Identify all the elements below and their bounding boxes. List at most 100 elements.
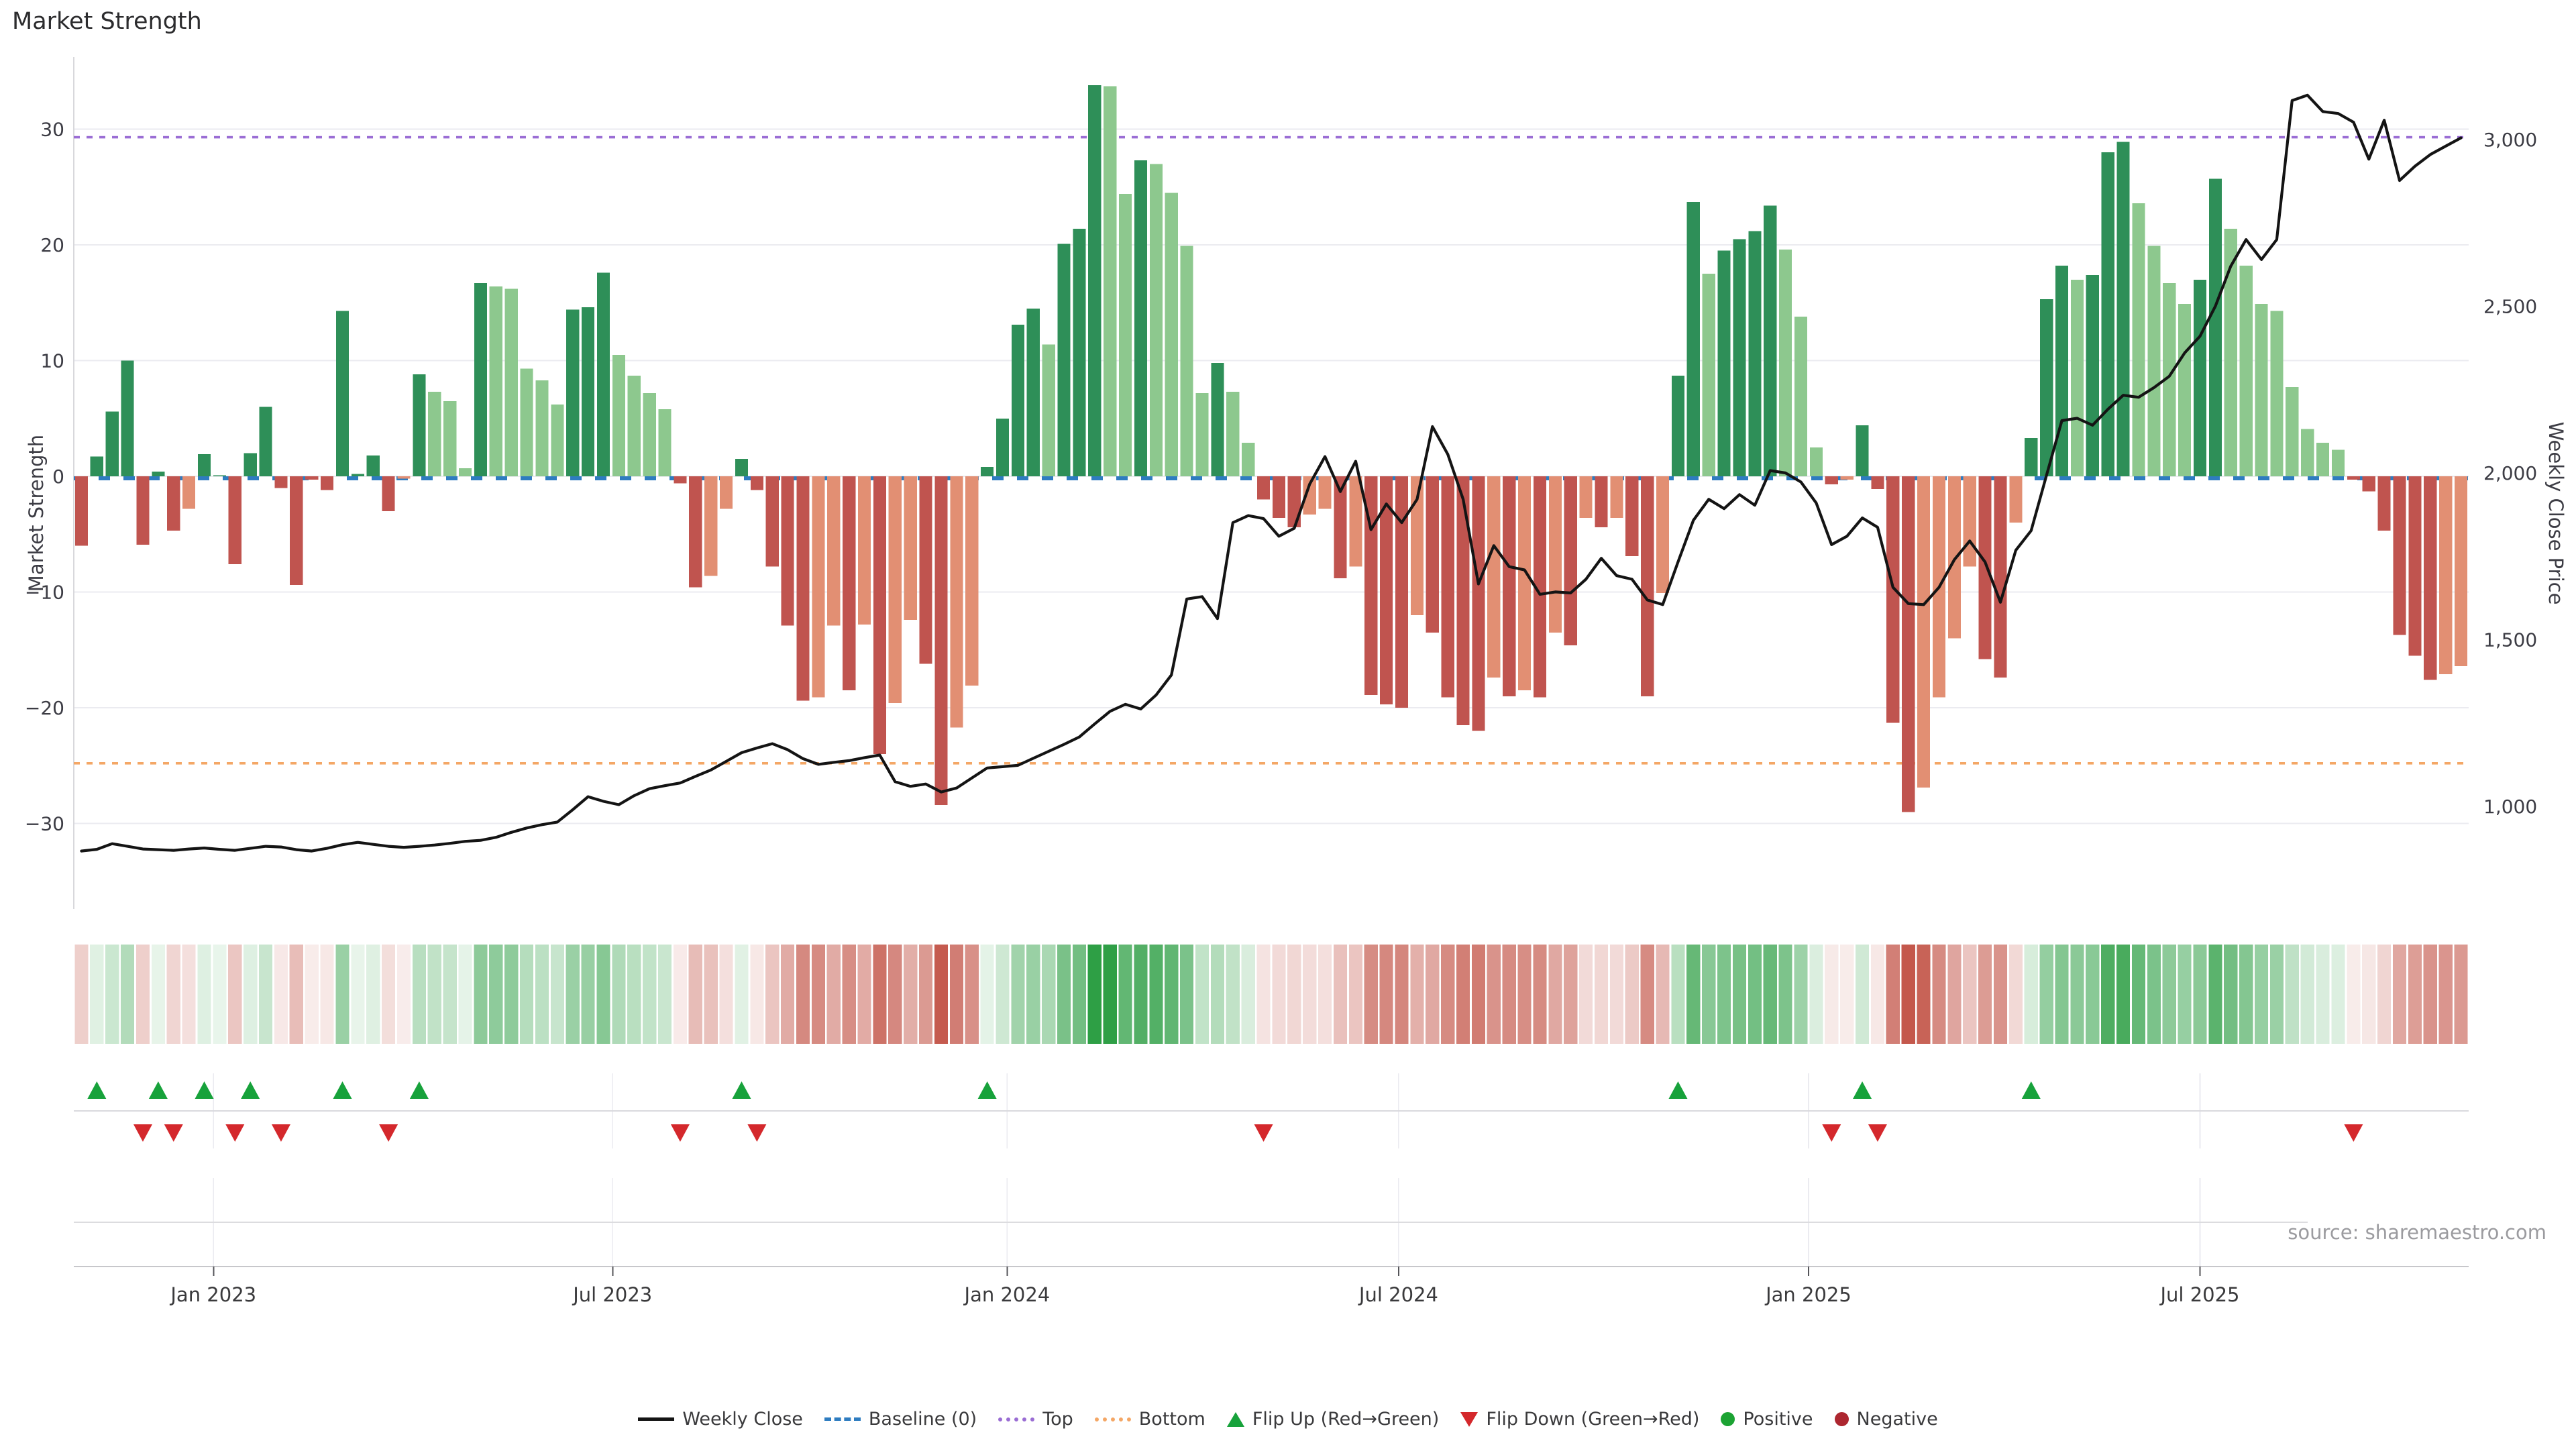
strength-bar bbox=[505, 289, 518, 476]
heatmap-cell bbox=[382, 945, 395, 1044]
heatmap-cell bbox=[2070, 945, 2084, 1044]
heatmap-cell bbox=[2424, 945, 2437, 1044]
heatmap-cell bbox=[1963, 945, 1976, 1044]
strength-bar bbox=[229, 476, 241, 564]
legend-label: Bottom bbox=[1139, 1409, 1205, 1430]
strength-bar bbox=[428, 392, 441, 476]
heatmap-cell bbox=[934, 945, 948, 1044]
x-axis-tick-label: Jul 2023 bbox=[572, 1283, 652, 1306]
strength-bar bbox=[965, 476, 978, 686]
heatmap-cell bbox=[2408, 945, 2422, 1044]
flip-down-marker bbox=[379, 1124, 398, 1142]
strength-bar bbox=[1764, 205, 1776, 476]
strength-bar bbox=[1426, 476, 1439, 633]
legend-item-weekly-close[interactable]: Weekly Close bbox=[638, 1409, 803, 1430]
legend-item-negative[interactable]: Negative bbox=[1835, 1409, 1938, 1430]
strength-bar bbox=[244, 453, 257, 477]
heatmap-cell bbox=[1733, 945, 1746, 1044]
heatmap-cell bbox=[397, 945, 411, 1044]
heatmap-cell bbox=[689, 945, 702, 1044]
strength-bar bbox=[1165, 193, 1178, 476]
strength-bar bbox=[213, 475, 226, 476]
heatmap-cell bbox=[1533, 945, 1546, 1044]
strength-bar bbox=[1856, 425, 1868, 476]
strength-bar bbox=[812, 476, 824, 697]
strength-bar bbox=[1456, 476, 1469, 725]
heatmap-cell bbox=[1272, 945, 1285, 1044]
legend-item-bottom[interactable]: Bottom bbox=[1095, 1409, 1205, 1430]
heatmap-cell bbox=[152, 945, 165, 1044]
flip-up-swatch-icon bbox=[1227, 1412, 1244, 1427]
heatmap-cell bbox=[1548, 945, 1562, 1044]
weekly-close-swatch-icon bbox=[638, 1417, 674, 1421]
heatmap-cell bbox=[1456, 945, 1470, 1044]
heatmap-cell bbox=[812, 945, 825, 1044]
strength-bar bbox=[674, 476, 686, 483]
strength-bar bbox=[535, 380, 548, 476]
strength-bar bbox=[2255, 304, 2267, 476]
strength-bar bbox=[2040, 299, 2053, 476]
heatmap-cell bbox=[2301, 945, 2314, 1044]
bottom-swatch-icon bbox=[1095, 1417, 1131, 1421]
strength-bar bbox=[720, 476, 733, 508]
flip-down-marker bbox=[1868, 1124, 1887, 1142]
strength-bar bbox=[1349, 476, 1362, 567]
heatmap-cell bbox=[136, 945, 150, 1044]
flip-down-marker bbox=[1822, 1124, 1841, 1142]
strength-bar bbox=[1948, 476, 1961, 639]
strength-bar bbox=[1687, 202, 1700, 476]
heatmap-cell bbox=[2116, 945, 2130, 1044]
heatmap-cell bbox=[1902, 945, 1915, 1044]
strength-bar bbox=[1733, 239, 1746, 476]
right-axis-tick-label: 2,000 bbox=[2483, 462, 2537, 484]
strength-bar bbox=[1242, 443, 1254, 476]
heatmap-cell bbox=[781, 945, 794, 1044]
strength-bar bbox=[919, 476, 932, 663]
strength-bar bbox=[443, 401, 456, 476]
strength-bar bbox=[1994, 476, 2006, 678]
strength-bar bbox=[321, 476, 333, 490]
heatmap-cell bbox=[612, 945, 625, 1044]
source-attribution: source: sharemaestro.com bbox=[2288, 1221, 2546, 1244]
heatmap-cell bbox=[582, 945, 595, 1044]
legend-item-positive[interactable]: Positive bbox=[1721, 1409, 1813, 1430]
heatmap-cell bbox=[2347, 945, 2360, 1044]
strength-bar bbox=[2055, 266, 2068, 476]
strength-bar bbox=[152, 472, 164, 476]
legend-item-baseline[interactable]: Baseline (0) bbox=[824, 1409, 977, 1430]
strength-bar bbox=[182, 476, 195, 508]
strength-bar bbox=[782, 476, 794, 626]
strength-bar bbox=[2424, 476, 2436, 680]
heatmap-cell bbox=[1503, 945, 1516, 1044]
heatmap-cell bbox=[2362, 945, 2375, 1044]
legend-item-flip-down[interactable]: Flip Down (Green→Red) bbox=[1460, 1409, 1699, 1430]
heatmap-cell bbox=[627, 945, 641, 1044]
heatmap-cell bbox=[1686, 945, 1700, 1044]
flip-down-marker bbox=[164, 1124, 183, 1142]
strength-bar bbox=[704, 476, 717, 576]
left-axis-tick-label: −10 bbox=[25, 582, 64, 604]
heatmap-cell bbox=[1042, 945, 1055, 1044]
flip-up-marker bbox=[333, 1081, 352, 1099]
market-strength-chart: 3020100−10−20−303,0002,5002,0001,5001,00… bbox=[0, 0, 2576, 1449]
legend-item-top[interactable]: Top bbox=[998, 1409, 1073, 1430]
legend-item-flip-up[interactable]: Flip Up (Red→Green) bbox=[1227, 1409, 1440, 1430]
heatmap-cell bbox=[1057, 945, 1071, 1044]
strength-bar bbox=[382, 476, 395, 511]
heatmap-cell bbox=[1364, 945, 1378, 1044]
heatmap-cell bbox=[1625, 945, 1639, 1044]
heatmap-cell bbox=[2255, 945, 2268, 1044]
strength-bar bbox=[106, 411, 119, 476]
heatmap-cell bbox=[1517, 945, 1531, 1044]
strength-bar bbox=[167, 476, 180, 531]
heatmap-cell bbox=[2239, 945, 2253, 1044]
strength-bar bbox=[352, 474, 364, 476]
strength-bar bbox=[735, 459, 748, 476]
right-axis-tick-label: 2,500 bbox=[2483, 296, 2537, 318]
heatmap-cell bbox=[182, 945, 196, 1044]
strength-bar bbox=[843, 476, 855, 690]
heatmap-cell bbox=[873, 945, 886, 1044]
strength-bar bbox=[1703, 274, 1715, 476]
heatmap-cell bbox=[1487, 945, 1501, 1044]
heatmap-cell bbox=[950, 945, 963, 1044]
